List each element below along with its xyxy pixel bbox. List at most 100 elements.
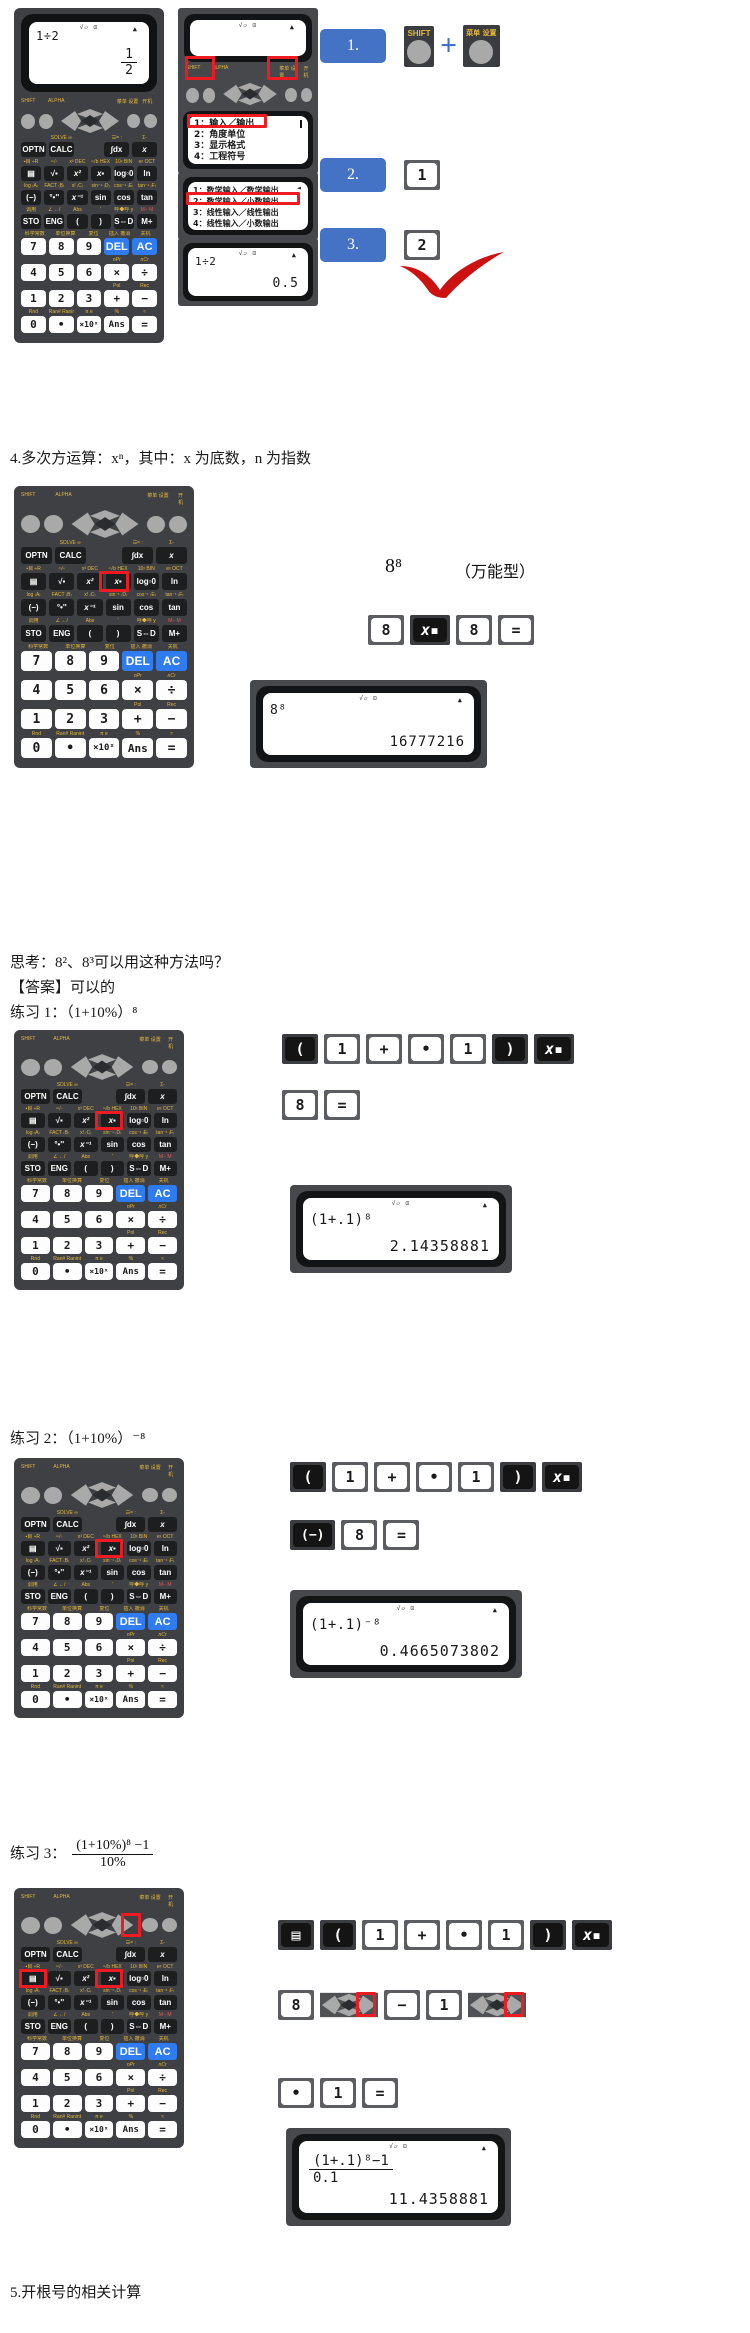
step1-menu-setup-key[interactable] [285,88,297,102]
step1-dpad[interactable] [221,82,279,108]
x-key[interactable]: x [132,142,157,157]
calc-key[interactable]: CALC [48,142,74,157]
p1-sqrt-key[interactable]: √▪ [47,1113,71,1128]
p1-digit-0-key[interactable]: 0 [21,1263,50,1280]
p1-menu-setup-key[interactable] [142,1060,158,1074]
digit-2-key[interactable]: 2 [48,290,74,307]
p2-digit-8-key[interactable]: 8 [52,1613,82,1630]
p3-chip-minus[interactable]: − [384,1990,420,2020]
p1-open-paren-key[interactable]: ( [74,1161,98,1176]
p1-calc-key[interactable]: CALC [53,1089,83,1104]
example-key-power[interactable]: x▪ [410,615,451,645]
memory-plus-key[interactable]: M+ [136,214,158,229]
p2-sqrt-key[interactable]: √▪ [47,1541,71,1556]
ex-negative-key[interactable]: (−) [21,599,47,616]
shift-key[interactable] [21,113,36,129]
p3-dpad[interactable] [68,1911,136,1939]
p3-equals-key[interactable]: = [148,2121,177,2138]
p1-exp10-key[interactable]: ×10ˣ [84,1263,114,1280]
setup-menu-item-2[interactable]: 2：角度单位 [194,130,302,141]
p3-chip-dpad-right-1[interactable] [320,1990,378,2020]
digit-3-key[interactable]: 3 [76,290,102,307]
ex-power-key[interactable] [169,515,187,533]
p1-ac-key[interactable]: AC [148,1185,177,1202]
p3-mplus-key[interactable]: M+ [153,2019,177,2034]
example-key-8a[interactable]: 8 [368,615,404,645]
p2-equals-key[interactable]: = [148,1691,177,1708]
p2-power-key[interactable] [161,1488,177,1502]
p1-plus-key[interactable]: + [116,1237,146,1254]
p3-x-key[interactable]: x [147,1947,177,1962]
p3-optn-key[interactable]: OPTN [21,1947,51,1962]
p2-calc-key[interactable]: CALC [53,1517,83,1532]
p1-ans-key[interactable]: Ans [116,1263,146,1280]
ex-del-key[interactable]: DEL [122,651,154,671]
example-key-equals[interactable]: = [498,615,535,645]
p2-ln-key[interactable]: ln [153,1541,177,1556]
p1-chip-1a[interactable]: 1 [324,1034,360,1064]
decimal-point-key[interactable]: • [48,316,74,333]
p2-del-key[interactable]: DEL [116,1613,146,1630]
p3-digit-1-key[interactable]: 1 [21,2095,50,2112]
p1-chip-1b[interactable]: 1 [450,1034,486,1064]
ex-menu-setup-key[interactable] [147,515,166,533]
p3-power-x-key[interactable]: x▪ [100,1971,124,1986]
menu-setup-key-chip[interactable]: 菜单 设置 [463,25,500,67]
p2-chip-8[interactable]: 8 [341,1520,378,1550]
p3-digit-9-key[interactable]: 9 [84,2043,114,2060]
ex-sto-key[interactable]: STO [21,625,47,642]
ex-digit-8-key[interactable]: 8 [54,651,86,671]
open-paren-key[interactable]: ( [67,214,88,229]
ex-equals-key[interactable]: = [156,738,187,758]
p1-reciprocal-key[interactable]: x⁻¹ [74,1137,98,1152]
p3-chip-8[interactable]: 8 [278,1990,314,2020]
ex-open-paren-key[interactable]: ( [77,625,103,642]
p2-digit-1-key[interactable]: 1 [21,1665,50,1682]
step1-shift-key[interactable] [186,87,199,103]
p3-menu-setup-key[interactable] [142,1918,158,1932]
p3-chip-dot2[interactable]: • [278,2078,314,2108]
p2-chip-close-paren[interactable]: ) [500,1462,536,1492]
p3-reciprocal-key[interactable]: x⁻¹ [74,1995,98,2010]
p1-dpad[interactable] [68,1053,136,1081]
ex-fraction-key[interactable]: ▤ [21,573,47,590]
p1-fraction-key[interactable]: ▤ [21,1113,45,1128]
ex-ans-key[interactable]: Ans [122,738,154,758]
setup-menu-item-3[interactable]: 3：显示格式 [194,141,302,152]
divide-key[interactable]: ÷ [132,264,157,281]
example-key-8b[interactable]: 8 [456,615,493,645]
integral-key[interactable]: ∫dx [104,142,130,157]
p1-del-key[interactable]: DEL [116,1185,146,1202]
ex-degree-key[interactable]: °•'' [49,599,75,616]
io-menu-item-2[interactable]: 2：数学输入／小数输出 [193,196,303,207]
shift-key-chip[interactable]: SHIFT [404,25,434,67]
p2-chip-equals[interactable]: = [383,1520,420,1550]
p1-chip-8[interactable]: 8 [282,1090,318,1120]
p3-alpha-key[interactable] [43,1916,63,1934]
p3-fraction-key[interactable]: ▤ [21,1971,45,1986]
p2-mplus-key[interactable]: M+ [153,1589,177,1604]
p2-digit-3-key[interactable]: 3 [84,1665,114,1682]
negative-key[interactable]: (−) [21,190,42,205]
p2-power-x-key[interactable]: x▪ [100,1541,124,1556]
ex-minus-key[interactable]: − [156,709,187,729]
p3-integral-key[interactable]: ∫dx [115,1947,145,1962]
digit-8-key[interactable]: 8 [48,238,74,255]
p1-shift-key[interactable] [21,1058,40,1076]
p1-tan-key[interactable]: tan [153,1137,177,1152]
p2-chip-power[interactable]: x▪ [542,1462,583,1492]
ex-calc-key[interactable]: CALC [55,547,87,564]
p2-open-paren-key[interactable]: ( [74,1589,98,1604]
p1-digit-8-key[interactable]: 8 [52,1185,82,1202]
p2-tan-key[interactable]: tan [153,1565,177,1580]
p3-chip-1a[interactable]: 1 [362,1920,398,1950]
io-menu-item-1[interactable]: 1：数学输入／数学输出 [193,185,303,196]
ex-close-paren-key[interactable]: ) [105,625,131,642]
p1-negative-key[interactable]: (−) [21,1137,45,1152]
p3-chip-1c[interactable]: 1 [426,1990,462,2020]
minus-key[interactable]: − [132,290,157,307]
digit-4-key[interactable]: 4 [21,264,46,281]
plus-key[interactable]: + [104,290,130,307]
p2-x-key[interactable]: x [147,1517,177,1532]
ex-mplus-key[interactable]: M+ [161,625,188,642]
